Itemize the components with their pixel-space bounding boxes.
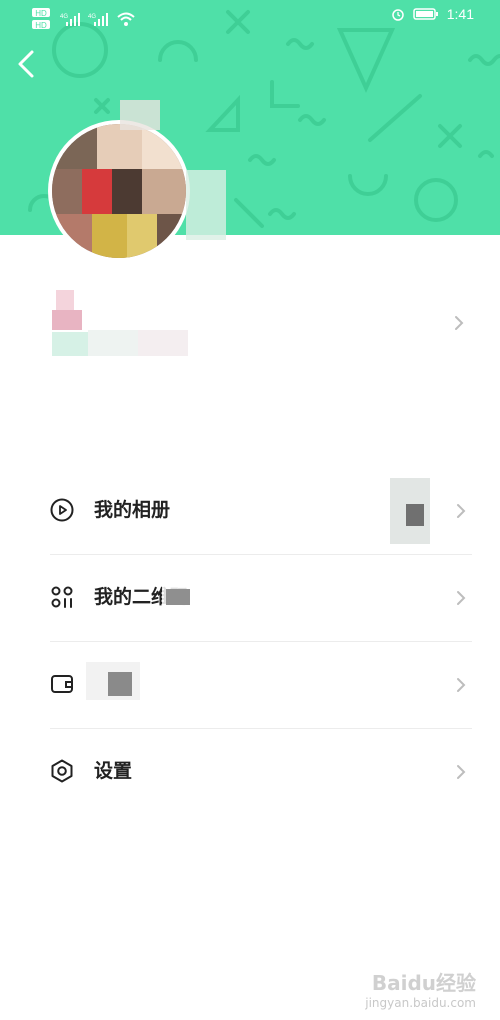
- menu-item-settings[interactable]: 设置: [50, 729, 472, 815]
- avatar-pixel-overflow: [120, 100, 160, 130]
- hd-badges: HD HD: [32, 8, 50, 30]
- wifi-icon: [117, 12, 135, 26]
- watermark-brand: Baidu经验: [371, 971, 476, 995]
- avatar-pixel-overflow-2: [186, 170, 226, 240]
- baidu-watermark: Baidu经验 jingyan.baidu.com: [365, 967, 476, 1010]
- watermark-url: jingyan.baidu.com: [365, 996, 476, 1010]
- menu-item-wallet[interactable]: 钱包: [50, 642, 472, 729]
- nickname-pixelated: [50, 286, 190, 356]
- menu-label-album: 我的相册: [94, 499, 171, 521]
- alarm-icon: [392, 9, 404, 21]
- play-circle-icon: [50, 498, 74, 522]
- chevron-right-icon: [457, 504, 466, 518]
- signal-icon-2: 4G: [88, 13, 108, 26]
- clock: 1:41: [446, 6, 474, 22]
- avatar-image: [52, 124, 186, 258]
- svg-text:HD: HD: [35, 21, 47, 30]
- wallet-icon: [51, 675, 73, 693]
- profile-name-row[interactable]: [0, 280, 500, 370]
- menu-item-album[interactable]: 我的相册: [50, 468, 472, 555]
- svg-text:4G: 4G: [88, 14, 96, 20]
- qr-code-icon: [51, 586, 73, 608]
- status-bar: HD HD 4G 4G 1:41: [0, 0, 500, 32]
- chevron-right-icon: [455, 316, 464, 330]
- chevron-right-icon: [457, 765, 466, 779]
- battery-icon: [413, 8, 438, 20]
- back-icon[interactable]: [12, 46, 42, 82]
- chevron-right-icon: [457, 678, 466, 692]
- menu-label-settings: 设置: [94, 760, 133, 782]
- menu-item-qrcode[interactable]: 我的二维码: [50, 555, 472, 642]
- avatar[interactable]: [48, 120, 190, 262]
- profile-menu: 我的相册 我的二维码 钱包: [50, 468, 472, 815]
- signal-icon: 4G: [60, 13, 80, 26]
- svg-text:4G: 4G: [60, 14, 68, 20]
- chevron-right-icon: [457, 591, 466, 605]
- svg-text:HD: HD: [35, 9, 47, 18]
- settings-hexagon-icon: [51, 759, 73, 783]
